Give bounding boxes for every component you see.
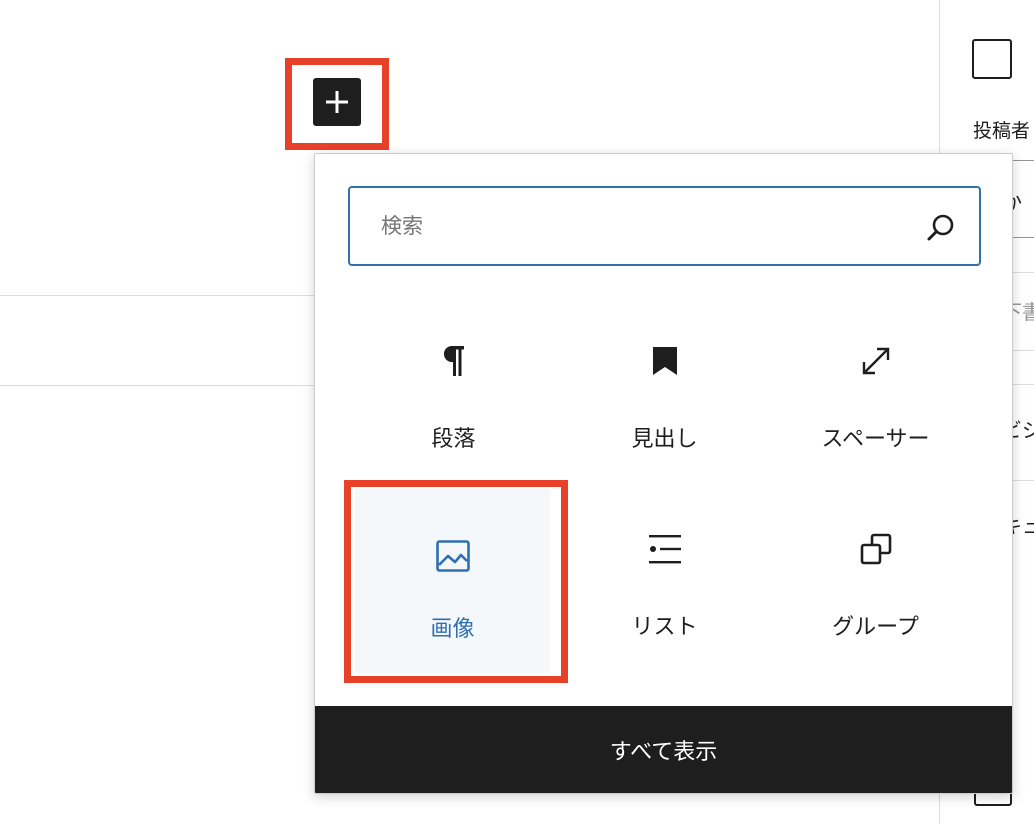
block-inserter-popover: 段落 見出し スペー <box>314 153 1013 794</box>
block-inserter-toggle-button[interactable] <box>313 78 361 126</box>
block-item-list[interactable]: リスト <box>559 487 770 675</box>
block-item-group[interactable]: グループ <box>770 487 981 675</box>
block-item-label: スペーサー <box>821 427 930 452</box>
block-item-label: グループ <box>832 615 919 640</box>
group-icon <box>860 533 891 565</box>
bookmark-icon <box>652 347 677 375</box>
resize-icon <box>862 347 889 375</box>
image-icon <box>435 540 470 572</box>
search-input[interactable] <box>350 188 921 264</box>
editor-page: 投稿者 か 下書 ビジ キュ <box>0 0 1034 824</box>
block-item-heading[interactable]: 見出し <box>559 299 770 487</box>
list-icon <box>648 535 681 564</box>
block-item-image[interactable]: 画像 <box>355 489 550 673</box>
block-item-label: 段落 <box>431 427 476 452</box>
search-icon[interactable] <box>925 212 957 244</box>
block-item-label: 見出し <box>631 427 698 452</box>
block-item-paragraph[interactable]: 段落 <box>348 299 559 487</box>
block-item-label: リスト <box>631 615 698 640</box>
author-label: 投稿者 <box>973 120 1031 142</box>
plus-icon <box>326 91 348 113</box>
block-item-label: 画像 <box>430 617 475 642</box>
search-box <box>348 186 981 266</box>
paragraph-icon <box>443 346 464 376</box>
sidebar-checkbox[interactable] <box>972 39 1012 79</box>
block-item-spacer[interactable]: スペーサー <box>770 299 981 487</box>
block-list: 段落 見出し スペーサー 画像 リスト グループ <box>348 299 981 675</box>
browse-all-button[interactable]: すべて表示 <box>315 706 1012 793</box>
